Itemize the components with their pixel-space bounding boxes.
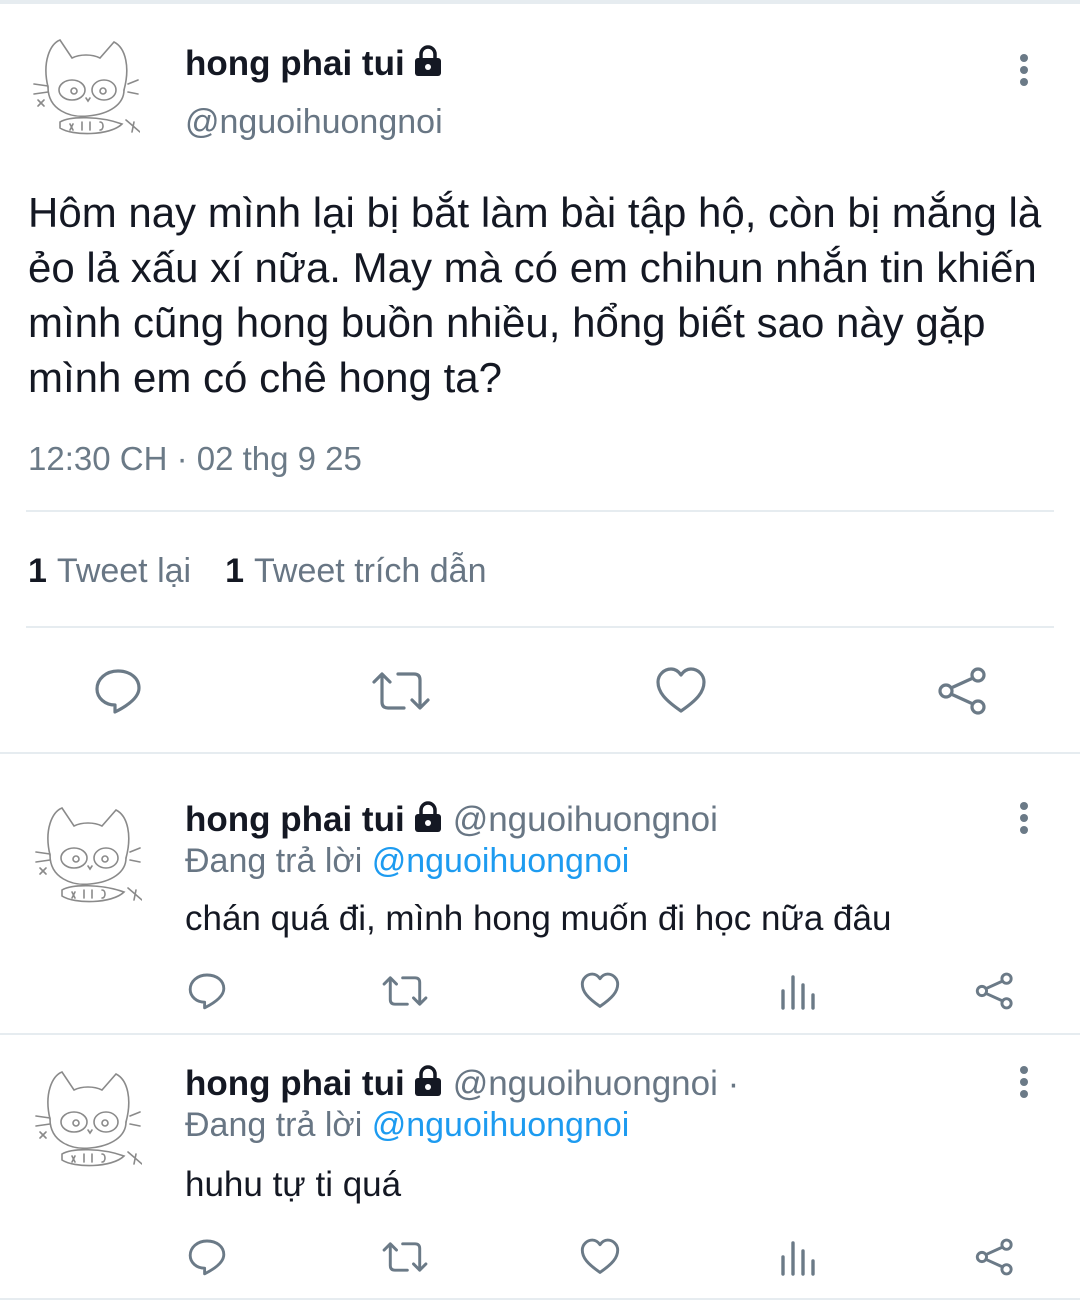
retweet-icon[interactable] <box>381 1237 429 1277</box>
lock-icon <box>413 45 443 86</box>
reply-icon[interactable] <box>187 1237 227 1277</box>
tweet-timestamp[interactable]: 12:30 CH · 02 thg 9 25 <box>28 440 362 478</box>
tweet-text: Hôm nay mình lại bị bắt làm bài tập hộ, … <box>28 189 1042 401</box>
author-name[interactable]: hong phai tui <box>185 44 443 86</box>
reply-author[interactable]: hong phai tui @nguoihuongnoi <box>185 800 718 842</box>
retweet-label: Tweet lại <box>56 552 192 590</box>
reply-author[interactable]: hong phai tui @nguoihuongnoi · <box>185 1064 739 1106</box>
analytics-icon[interactable] <box>780 971 816 1011</box>
author-handle[interactable]: @nguoihuongnoi <box>185 103 443 142</box>
retweet-icon[interactable] <box>381 971 429 1011</box>
more-vertical-icon[interactable] <box>1004 40 1044 100</box>
replying-to: Đang trả lời @nguoihuongnoi <box>185 1106 629 1145</box>
share-icon[interactable] <box>975 1237 1015 1277</box>
retweet-icon[interactable] <box>370 666 432 716</box>
tweet-stats: 1 Tweet lại 1 Tweet trích dẫn <box>28 552 487 591</box>
quote-count: 1 <box>225 552 245 590</box>
replying-prefix: Đang trả lời <box>185 1106 363 1144</box>
heart-icon[interactable] <box>580 1237 620 1277</box>
divider <box>0 752 1080 754</box>
heart-icon[interactable] <box>655 666 707 716</box>
reply-author-name[interactable]: hong phai tui <box>185 1064 405 1103</box>
reply-icon[interactable] <box>187 971 227 1011</box>
lock-icon <box>413 1065 443 1106</box>
author-name-text[interactable]: hong phai tui <box>185 44 405 83</box>
divider <box>26 510 1054 512</box>
retweet-count: 1 <box>28 552 47 590</box>
reply-text: huhu tự ti quá <box>185 1165 402 1204</box>
reply-author-name[interactable]: hong phai tui <box>185 800 405 839</box>
avatar[interactable] <box>32 800 143 910</box>
top-divider <box>0 0 1080 4</box>
heart-icon[interactable] <box>580 971 620 1011</box>
reply-icon[interactable] <box>93 666 143 716</box>
analytics-icon[interactable] <box>780 1237 816 1277</box>
lock-icon <box>413 801 443 842</box>
replying-to: Đang trả lời @nguoihuongnoi <box>185 842 629 881</box>
divider <box>26 626 1054 628</box>
more-vertical-icon[interactable] <box>1004 1052 1044 1112</box>
more-vertical-icon[interactable] <box>1004 788 1044 848</box>
avatar[interactable] <box>30 32 141 142</box>
quotes-stat[interactable]: 1 Tweet trích dẫn <box>225 552 486 590</box>
reply-text: chán quá đi, mình hong muốn đi học nữa đ… <box>185 899 892 938</box>
replying-mention[interactable]: @nguoihuongnoi <box>372 842 630 880</box>
reply-author-handle[interactable]: @nguoihuongnoi · <box>453 1064 740 1103</box>
divider <box>0 1298 1080 1300</box>
share-icon[interactable] <box>975 971 1015 1011</box>
quote-label: Tweet trích dẫn <box>254 552 487 590</box>
replying-prefix: Đang trả lời <box>185 842 363 880</box>
avatar[interactable] <box>32 1064 143 1174</box>
share-icon[interactable] <box>937 666 989 716</box>
divider <box>0 1033 1080 1035</box>
reply-author-handle[interactable]: @nguoihuongnoi <box>453 800 718 839</box>
replying-mention[interactable]: @nguoihuongnoi <box>372 1106 630 1144</box>
retweets-stat[interactable]: 1 Tweet lại <box>28 552 191 590</box>
